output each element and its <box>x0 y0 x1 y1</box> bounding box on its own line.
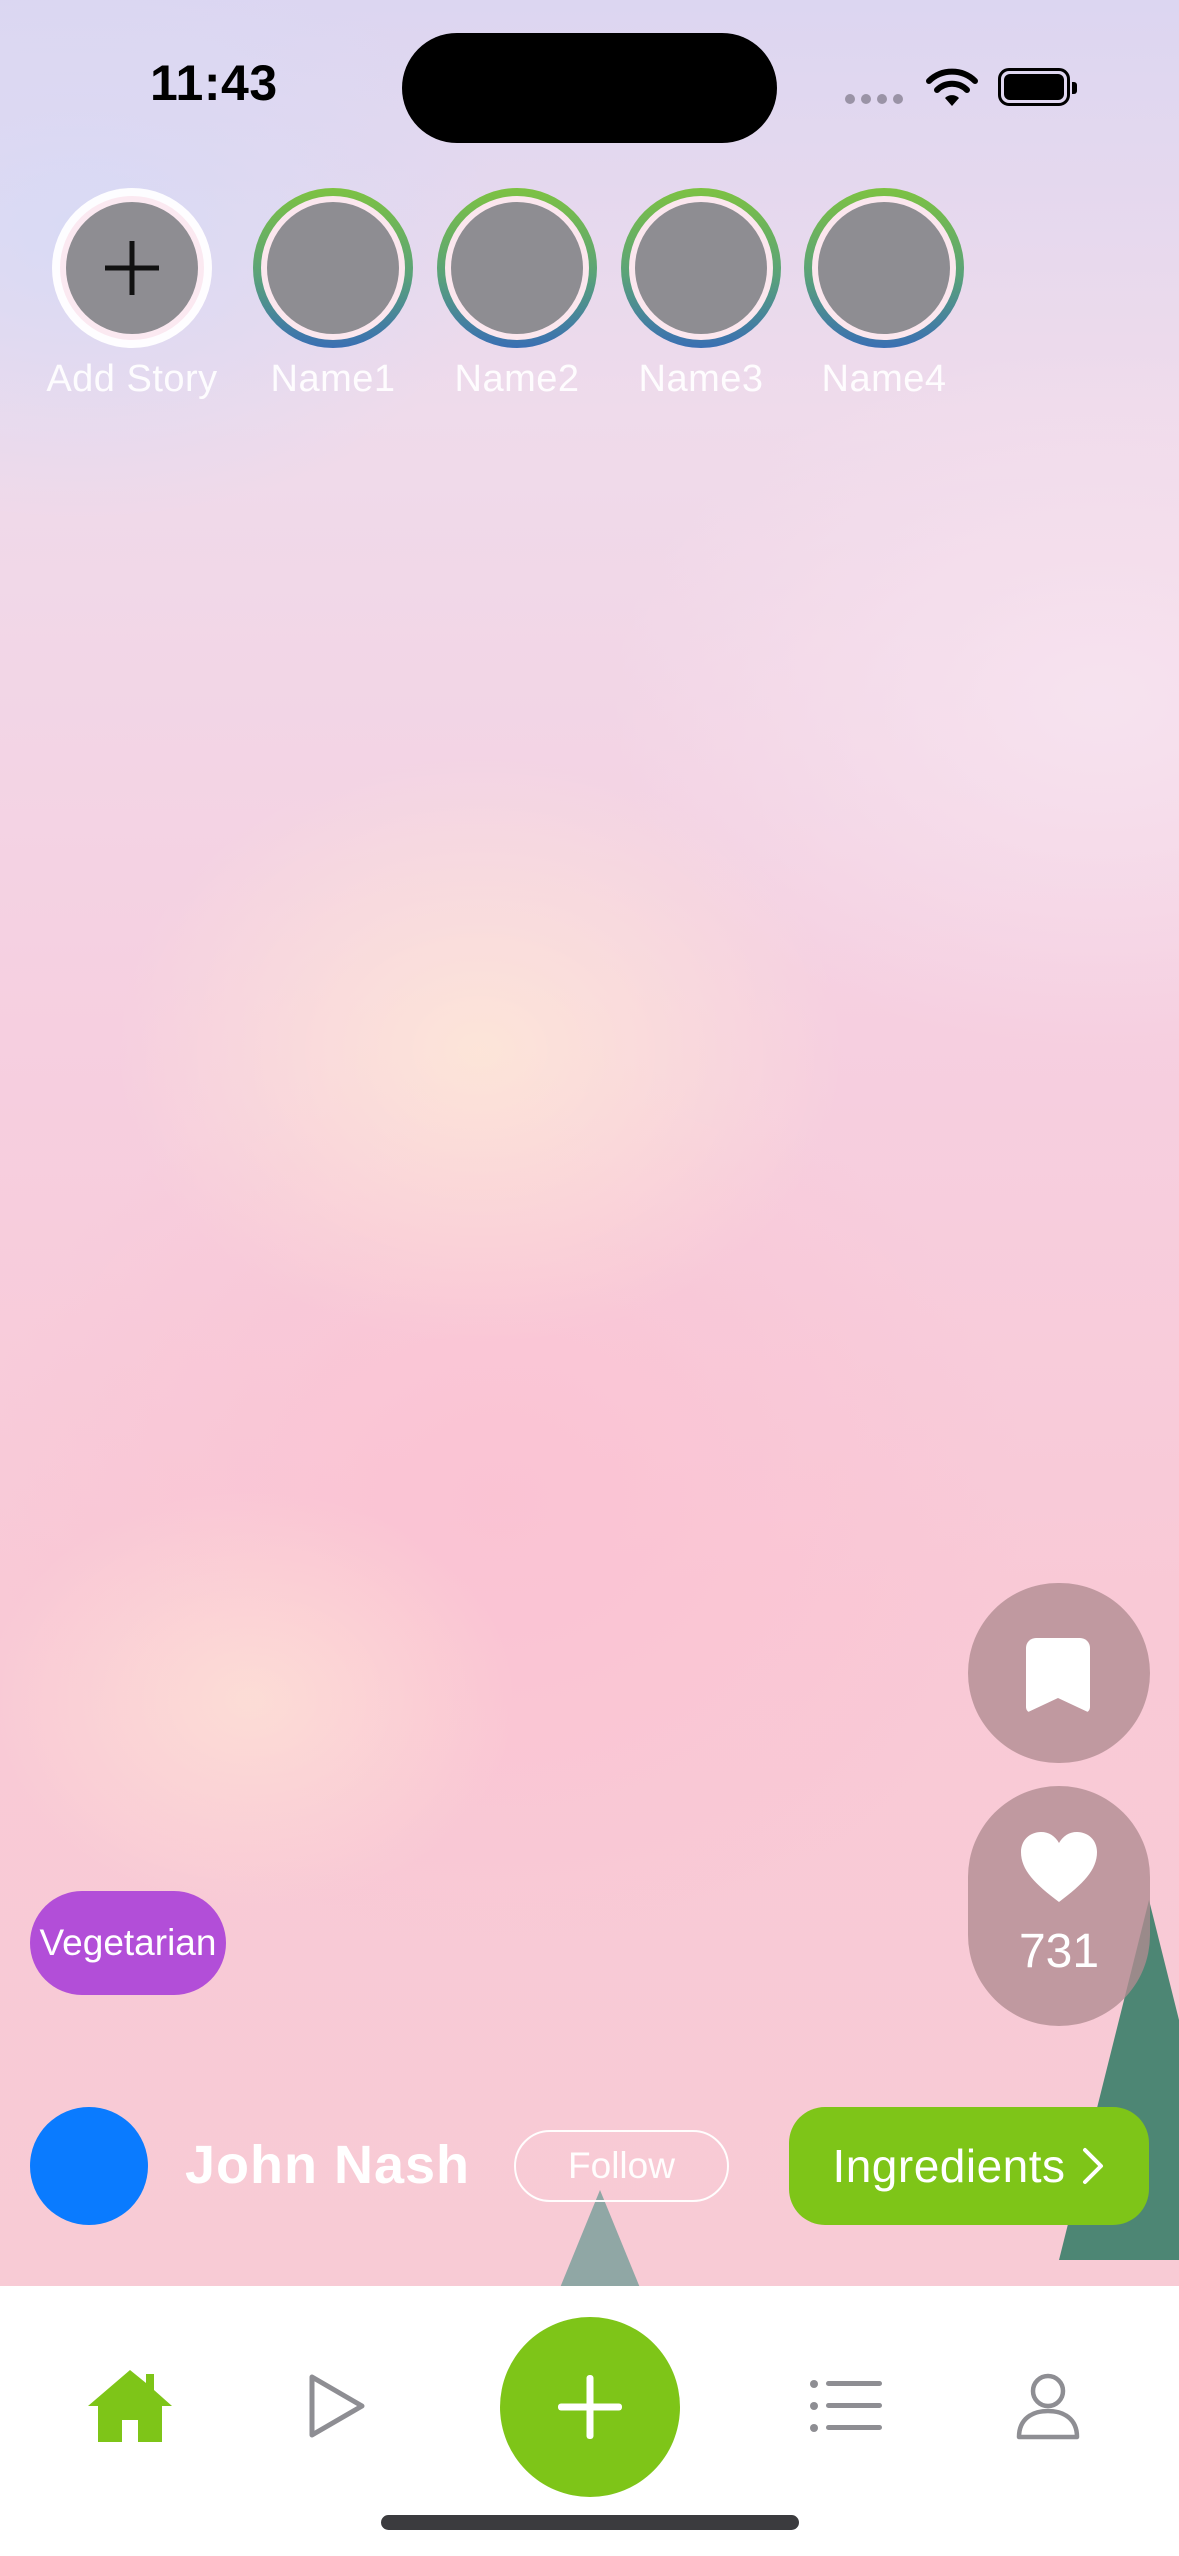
story-ring <box>437 188 597 348</box>
create-post-button[interactable] <box>500 2317 680 2497</box>
story-label: Add Story <box>46 358 218 400</box>
dynamic-island <box>402 33 777 143</box>
story-ring <box>253 188 413 348</box>
stories-row: Add Story Name1 Name2 Name3 Name4 <box>0 188 1179 418</box>
follow-button[interactable]: Follow <box>514 2130 729 2202</box>
like-button[interactable]: 731 <box>968 1786 1150 2026</box>
ingredients-label: Ingredients <box>832 2140 1066 2192</box>
ingredients-button[interactable]: Ingredients <box>789 2107 1149 2225</box>
author-name[interactable]: John Nash <box>185 2134 470 2196</box>
heart-icon <box>1021 1832 1097 1902</box>
home-icon <box>88 2370 172 2442</box>
play-icon <box>309 2374 365 2438</box>
list-icon <box>810 2380 882 2432</box>
battery-icon <box>998 68 1077 106</box>
story-label: Name4 <box>821 358 947 400</box>
avatar <box>818 202 950 334</box>
status-time: 11:43 <box>150 55 278 111</box>
avatar <box>451 202 583 334</box>
profile-icon <box>1016 2373 1080 2440</box>
story-ring <box>804 188 964 348</box>
tab-play[interactable] <box>276 2286 396 2526</box>
status-bar: 11:43 <box>0 0 1179 160</box>
tab-profile[interactable] <box>988 2286 1108 2526</box>
story-item[interactable]: Name2 <box>417 188 617 401</box>
wifi-icon <box>926 68 978 106</box>
signal-dots-icon <box>845 94 903 104</box>
story-ring <box>52 188 212 348</box>
home-indicator <box>381 2515 799 2530</box>
plus-icon <box>66 202 198 334</box>
story-label: Name3 <box>638 358 764 400</box>
tab-list[interactable] <box>786 2286 906 2526</box>
story-add[interactable]: Add Story <box>32 188 232 401</box>
like-count: 731 <box>1018 1925 1100 1978</box>
avatar <box>267 202 399 334</box>
avatar <box>635 202 767 334</box>
story-item[interactable]: Name4 <box>784 188 984 401</box>
tree-decoration <box>555 2190 645 2290</box>
tab-home[interactable] <box>70 2286 190 2526</box>
bookmark-icon <box>1026 1638 1090 1713</box>
story-label: Name2 <box>454 358 580 400</box>
tag-chip[interactable]: Vegetarian <box>30 1891 226 1995</box>
story-ring <box>621 188 781 348</box>
bookmark-button[interactable] <box>968 1583 1150 1763</box>
story-item[interactable]: Name3 <box>601 188 801 401</box>
author-avatar[interactable] <box>30 2107 148 2225</box>
story-label: Name1 <box>270 358 396 400</box>
story-item[interactable]: Name1 <box>233 188 433 401</box>
chevron-right-icon <box>1082 2148 1103 2184</box>
